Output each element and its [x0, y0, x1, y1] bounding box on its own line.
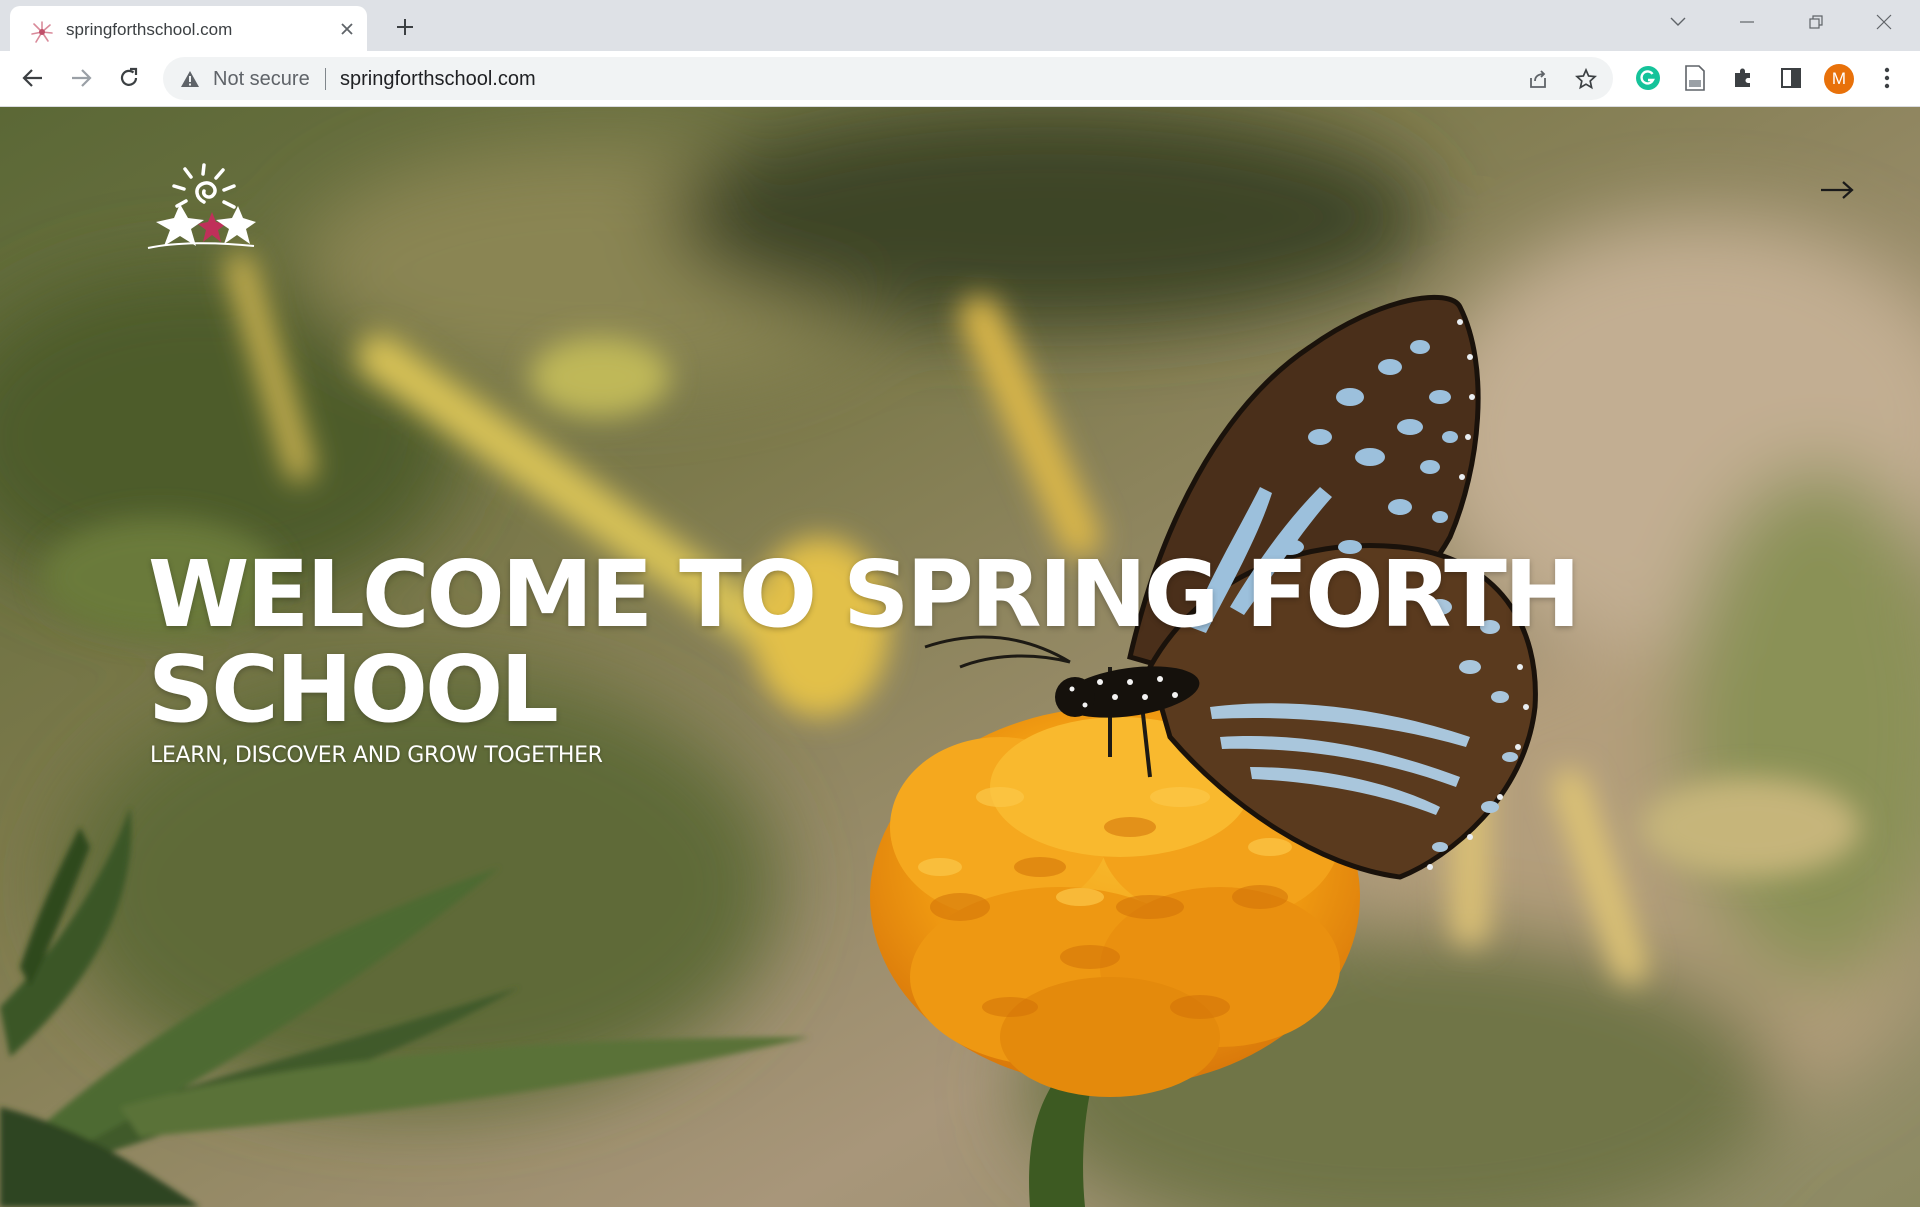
star-icon — [1575, 68, 1597, 90]
minimize-button[interactable] — [1729, 10, 1765, 34]
minimize-icon — [1740, 21, 1754, 23]
restore-button[interactable] — [1798, 10, 1834, 34]
tab-close-button[interactable] — [336, 18, 358, 40]
restore-icon — [1809, 15, 1823, 29]
reload-button[interactable] — [111, 60, 147, 96]
tab-strip: springforthschool.com — [0, 0, 1920, 51]
share-icon — [1530, 70, 1546, 88]
more-vertical-icon — [1884, 67, 1890, 89]
side-panel-button[interactable] — [1774, 61, 1808, 95]
tab-search-button[interactable] — [1660, 10, 1696, 34]
browser-tab[interactable]: springforthschool.com — [10, 6, 367, 51]
omnibox-divider — [325, 68, 326, 90]
puzzle-icon — [1735, 68, 1750, 87]
grammarly-icon — [1636, 66, 1660, 90]
bookmark-button[interactable] — [1573, 66, 1599, 92]
arrow-right-icon — [1821, 181, 1854, 199]
extensions-button[interactable] — [1726, 61, 1760, 95]
grammarly-extension-button[interactable] — [1631, 61, 1665, 95]
menu-toggle-button[interactable] — [1814, 167, 1860, 213]
url-text[interactable]: springforthschool.com — [340, 68, 536, 91]
forward-arrow-icon — [72, 69, 92, 87]
profile-avatar[interactable]: M — [1824, 64, 1854, 94]
close-icon — [1876, 14, 1892, 30]
tab-title: springforthschool.com — [66, 20, 233, 39]
hero-headline: WELCOME TO SPRING FORTH SCHOOL — [148, 541, 1581, 743]
forward-button[interactable] — [63, 60, 99, 96]
security-status-label[interactable]: Not secure — [213, 68, 310, 91]
back-arrow-icon — [22, 69, 42, 87]
window-close-button[interactable] — [1866, 10, 1902, 34]
back-button[interactable] — [15, 60, 51, 96]
browser-toolbar: Not secure springforthschool.com M — [0, 51, 1920, 107]
document-extension-button[interactable] — [1678, 61, 1712, 95]
share-button[interactable] — [1525, 66, 1551, 92]
warning-triangle-icon — [181, 71, 199, 87]
address-bar[interactable]: Not secure springforthschool.com — [163, 57, 1613, 100]
browser-menu-button[interactable] — [1870, 61, 1904, 95]
hero-section: WELCOME TO SPRING FORTH SCHOOL LEARN, DI… — [0, 107, 1920, 1207]
hero-tagline: LEARN, DISCOVER AND GROW TOGETHER — [150, 743, 603, 768]
new-tab-button[interactable] — [390, 12, 420, 42]
flower-favicon-icon — [31, 21, 53, 43]
side-panel-icon — [1781, 68, 1801, 88]
close-icon — [341, 23, 353, 35]
school-logo-icon[interactable] — [146, 162, 258, 252]
document-icon — [1685, 65, 1705, 91]
chevron-down-icon — [1670, 17, 1686, 26]
reload-icon — [120, 67, 138, 86]
plus-icon — [397, 19, 413, 35]
